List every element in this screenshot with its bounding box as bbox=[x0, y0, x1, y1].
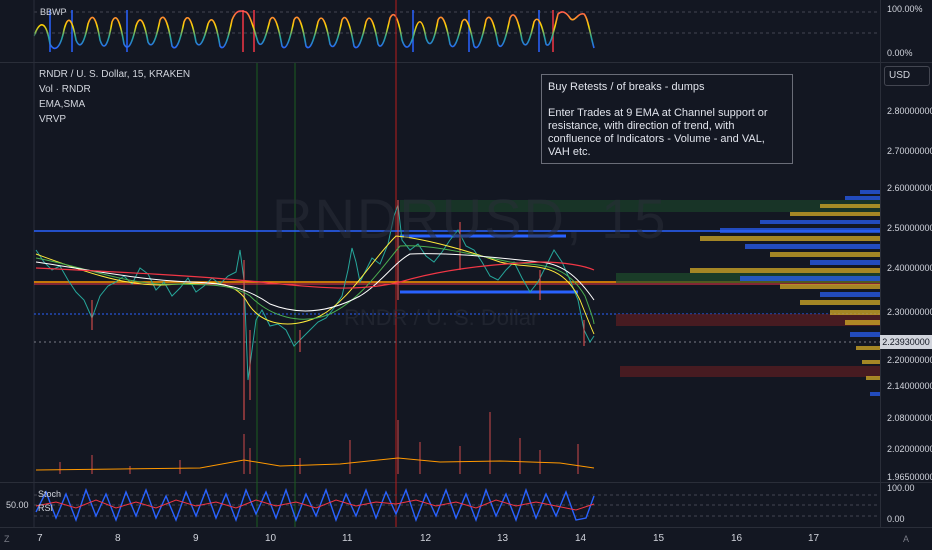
symbol-watermark: RNDRUSD, 15 bbox=[272, 187, 668, 250]
time-tick: 8 bbox=[115, 533, 121, 544]
osc-left-value: 50.00 bbox=[6, 500, 29, 510]
time-tick: 14 bbox=[575, 533, 587, 544]
time-tick: 13 bbox=[497, 533, 509, 544]
currency-button[interactable]: USD bbox=[884, 66, 930, 86]
indicator-legend-vrvp[interactable]: VRVP bbox=[39, 114, 66, 125]
time-tick: 12 bbox=[420, 533, 432, 544]
symbol-legend[interactable]: RNDR / U. S. Dollar, 15, KRAKEN bbox=[39, 69, 190, 80]
time-tick: 10 bbox=[265, 533, 277, 544]
auto-scale-button[interactable]: A bbox=[903, 534, 909, 544]
demand-zone bbox=[616, 314, 880, 326]
indicator-legend-ema-sma[interactable]: EMA,SMA bbox=[39, 99, 85, 110]
demand-zone bbox=[620, 366, 880, 377]
text-note[interactable]: Buy Retests / of breaks - dumps Enter Tr… bbox=[541, 74, 793, 164]
indicator-legend-volume[interactable]: Vol · RNDR bbox=[39, 84, 91, 95]
time-tick: 16 bbox=[731, 533, 743, 544]
note-heading: Buy Retests / of breaks - dumps bbox=[548, 81, 705, 93]
zoom-button[interactable]: Z bbox=[4, 534, 10, 544]
note-body: Enter Trades at 9 EMA at Channel support… bbox=[548, 107, 768, 158]
symbol-watermark-sub: RNDR / U. S. Dollar bbox=[344, 305, 539, 330]
osc-legend-rsi[interactable]: RSI bbox=[38, 503, 53, 513]
time-tick: 9 bbox=[193, 533, 199, 544]
volume-ma bbox=[35, 457, 595, 471]
bbwp-title[interactable]: BBWP bbox=[40, 7, 67, 17]
time-tick: 7 bbox=[37, 533, 43, 544]
time-tick: 17 bbox=[808, 533, 820, 544]
time-tick: 11 bbox=[342, 533, 353, 544]
last-price-label: 2.23930000 bbox=[880, 335, 932, 349]
volume-profile bbox=[690, 190, 880, 396]
bbwp-line bbox=[33, 10, 595, 50]
time-tick: 15 bbox=[653, 533, 665, 544]
osc-legend-stoch[interactable]: Stoch bbox=[38, 489, 61, 499]
